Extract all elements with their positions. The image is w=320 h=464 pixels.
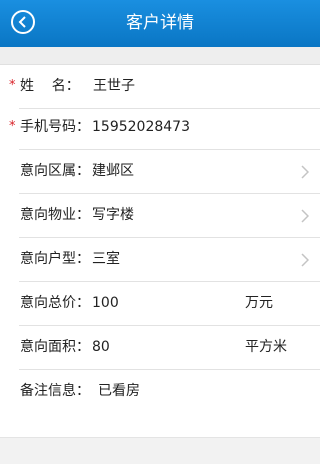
bottom-bar [0,437,320,464]
layout-value: 三室 [92,251,120,267]
name-value[interactable]: 王世子 [93,76,135,96]
price-label: 意向总价： [20,295,90,311]
area-row: 意向面积： 80 平方米 [0,326,320,370]
required-mark: * [9,78,16,93]
notes-value[interactable]: 已看房 [98,381,140,401]
customer-detail-form: * 姓 名： 王世子 * 手机号码： 15952028473 意向区属： 建邺区… [0,65,320,437]
chevron-right-icon [301,165,309,179]
price-value[interactable]: 100 [92,293,119,313]
notes-row: 备注信息： 已看房 [0,370,320,414]
page-title: 客户详情 [126,13,194,33]
header-bar: 客户详情 [0,0,320,47]
required-mark: * [9,119,16,134]
header-separator [0,47,320,65]
price-unit: 万元 [245,295,273,311]
phone-label: 手机号码： [20,119,90,135]
name-label: 姓 名： [20,78,80,94]
chevron-right-icon [301,209,309,223]
area-unit: 平方米 [245,339,287,355]
chevron-right-icon [301,253,309,267]
phone-row: * 手机号码： 15952028473 [0,106,320,150]
notes-label: 备注信息： [20,383,90,399]
name-row: * 姓 名： 王世子 [0,65,320,109]
layout-row[interactable]: 意向户型： 三室 [0,238,320,282]
phone-value[interactable]: 15952028473 [92,117,190,137]
layout-label: 意向户型： [20,251,90,267]
price-row: 意向总价： 100 万元 [0,282,320,326]
district-value: 建邺区 [92,163,134,179]
property-row[interactable]: 意向物业： 写字楼 [0,194,320,238]
area-value[interactable]: 80 [92,337,110,357]
district-label: 意向区属： [20,163,90,179]
property-value: 写字楼 [92,207,134,223]
property-label: 意向物业： [20,207,90,223]
district-row[interactable]: 意向区属： 建邺区 [0,150,320,194]
area-label: 意向面积： [20,339,90,355]
